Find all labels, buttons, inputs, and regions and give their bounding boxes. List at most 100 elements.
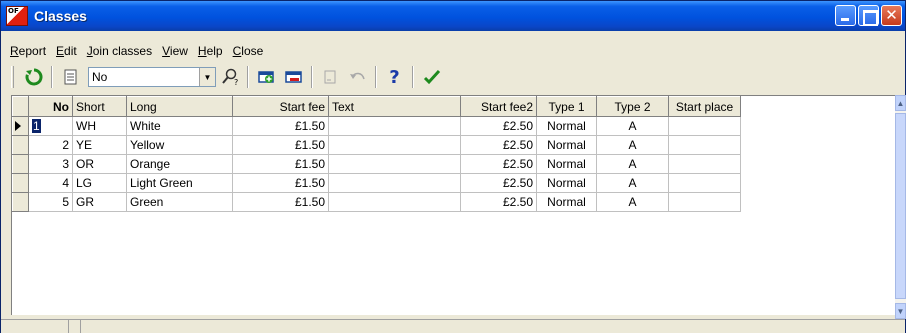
cell-start-fee2[interactable]: £2.50 <box>460 154 537 174</box>
cell-text[interactable] <box>328 173 461 193</box>
cell-start-place[interactable] <box>668 135 741 155</box>
cell-start-fee[interactable]: £1.50 <box>232 192 329 212</box>
help-icon[interactable]: ? <box>383 66 406 88</box>
cell-type2[interactable]: A <box>596 173 669 193</box>
table-row[interactable]: 3 OR Orange £1.50 £2.50 Normal A <box>12 154 741 174</box>
table-row[interactable]: 5 GR Green £1.50 £2.50 Normal A <box>12 192 741 212</box>
column-header-start-fee2[interactable]: Start fee2 <box>460 96 537 117</box>
menu-bar: Report Edit Join classes View Help Close <box>1 41 268 61</box>
toolbar-grip[interactable] <box>11 66 14 88</box>
cell-type2[interactable]: A <box>596 154 669 174</box>
report-icon[interactable] <box>59 66 82 88</box>
cell-type1[interactable]: Normal <box>536 135 597 155</box>
classes-window: OF Classes ✕ Report Edit Join classes Vi… <box>0 0 906 333</box>
row-indicator <box>12 154 29 174</box>
toolbar-separator <box>375 66 377 88</box>
cell-start-fee[interactable]: £1.50 <box>232 154 329 174</box>
undo-disabled-icon <box>346 66 369 88</box>
row-pointer-icon <box>12 116 29 136</box>
window-title: Classes <box>34 8 87 24</box>
minimize-button[interactable] <box>835 5 856 26</box>
selected-cell-value[interactable]: 1 <box>32 119 41 133</box>
menu-view[interactable]: View <box>157 44 193 58</box>
app-icon: OF <box>6 6 28 26</box>
svg-text:?: ? <box>234 78 238 86</box>
cell-text[interactable] <box>328 135 461 155</box>
cell-text[interactable] <box>328 192 461 212</box>
cell-start-fee2[interactable]: £2.50 <box>460 173 537 193</box>
delete-row-icon[interactable] <box>282 66 305 88</box>
cell-start-fee[interactable]: £1.50 <box>232 135 329 155</box>
menu-report[interactable]: Report <box>5 44 51 58</box>
cell-type2[interactable]: A <box>596 135 669 155</box>
cell-start-place[interactable] <box>668 116 741 136</box>
column-header-text[interactable]: Text <box>328 96 461 117</box>
close-button[interactable]: ✕ <box>881 5 902 26</box>
cell-type2[interactable]: A <box>596 116 669 136</box>
cell-type2[interactable]: A <box>596 192 669 212</box>
chevron-down-icon[interactable]: ▼ <box>199 68 215 86</box>
cell-start-fee2[interactable]: £2.50 <box>460 116 537 136</box>
search-help-icon[interactable]: ? <box>218 66 241 88</box>
cell-no[interactable]: 5 <box>28 192 73 212</box>
menu-close[interactable]: Close <box>228 44 269 58</box>
cell-long[interactable]: White <box>126 116 233 136</box>
cell-type1[interactable]: Normal <box>536 173 597 193</box>
cell-long[interactable]: Yellow <box>126 135 233 155</box>
cell-short[interactable]: GR <box>72 192 127 212</box>
confirm-icon[interactable] <box>420 66 443 88</box>
add-row-icon[interactable] <box>255 66 278 88</box>
cell-no[interactable]: 2 <box>28 135 73 155</box>
cell-start-fee[interactable]: £1.50 <box>232 173 329 193</box>
maximize-button[interactable] <box>858 5 879 26</box>
window-controls: ✕ <box>835 5 902 26</box>
cell-start-place[interactable] <box>668 154 741 174</box>
status-panel <box>69 320 81 333</box>
cell-long[interactable]: Orange <box>126 154 233 174</box>
cell-type1[interactable]: Normal <box>536 192 597 212</box>
column-header-short[interactable]: Short <box>72 96 127 117</box>
column-header-start-fee[interactable]: Start fee <box>232 96 329 117</box>
cell-long[interactable]: Green <box>126 192 233 212</box>
table-row[interactable]: 1 WH White £1.50 £2.50 Normal A <box>12 116 741 136</box>
vertical-scrollbar[interactable]: ▲ ▼ <box>895 95 906 319</box>
cell-no[interactable]: 4 <box>28 173 73 193</box>
column-header-type1[interactable]: Type 1 <box>536 96 597 117</box>
table-row[interactable]: 2 YE Yellow £1.50 £2.50 Normal A <box>12 135 741 155</box>
toolbar-separator <box>412 66 414 88</box>
row-indicator <box>12 135 29 155</box>
cell-no[interactable]: 3 <box>28 154 73 174</box>
column-header-start-place[interactable]: Start place <box>668 96 741 117</box>
scroll-thumb[interactable] <box>895 113 906 299</box>
cell-start-fee[interactable]: £1.50 <box>232 116 329 136</box>
cell-text[interactable] <box>328 116 461 136</box>
cell-start-fee2[interactable]: £2.50 <box>460 135 537 155</box>
cell-type1[interactable]: Normal <box>536 116 597 136</box>
row-indicator <box>12 173 29 193</box>
column-header-long[interactable]: Long <box>126 96 233 117</box>
cell-short[interactable]: YE <box>72 135 127 155</box>
menu-join-classes[interactable]: Join classes <box>82 44 157 58</box>
cell-short[interactable]: LG <box>72 173 127 193</box>
title-bar[interactable]: OF Classes ✕ <box>1 1 905 31</box>
scroll-up-icon[interactable]: ▲ <box>895 95 906 111</box>
cell-short[interactable]: OR <box>72 154 127 174</box>
menu-edit[interactable]: Edit <box>51 44 82 58</box>
cell-type1[interactable]: Normal <box>536 154 597 174</box>
scroll-down-icon[interactable]: ▼ <box>895 303 906 319</box>
column-header-type2[interactable]: Type 2 <box>596 96 669 117</box>
cell-text[interactable] <box>328 154 461 174</box>
table-row[interactable]: 4 LG Light Green £1.50 £2.50 Normal A <box>12 173 741 193</box>
refresh-icon[interactable] <box>22 66 45 88</box>
cell-start-fee2[interactable]: £2.50 <box>460 192 537 212</box>
cell-start-place[interactable] <box>668 192 741 212</box>
row-indicator-header <box>12 96 29 117</box>
menu-help[interactable]: Help <box>193 44 228 58</box>
cell-start-place[interactable] <box>668 173 741 193</box>
cell-no[interactable]: 1 <box>28 116 73 136</box>
cell-long[interactable]: Light Green <box>126 173 233 193</box>
toolbar-separator <box>247 66 249 88</box>
cell-short[interactable]: WH <box>72 116 127 136</box>
column-header-no[interactable]: No <box>28 96 73 117</box>
no-filter-combo[interactable]: No ▼ <box>88 67 216 87</box>
